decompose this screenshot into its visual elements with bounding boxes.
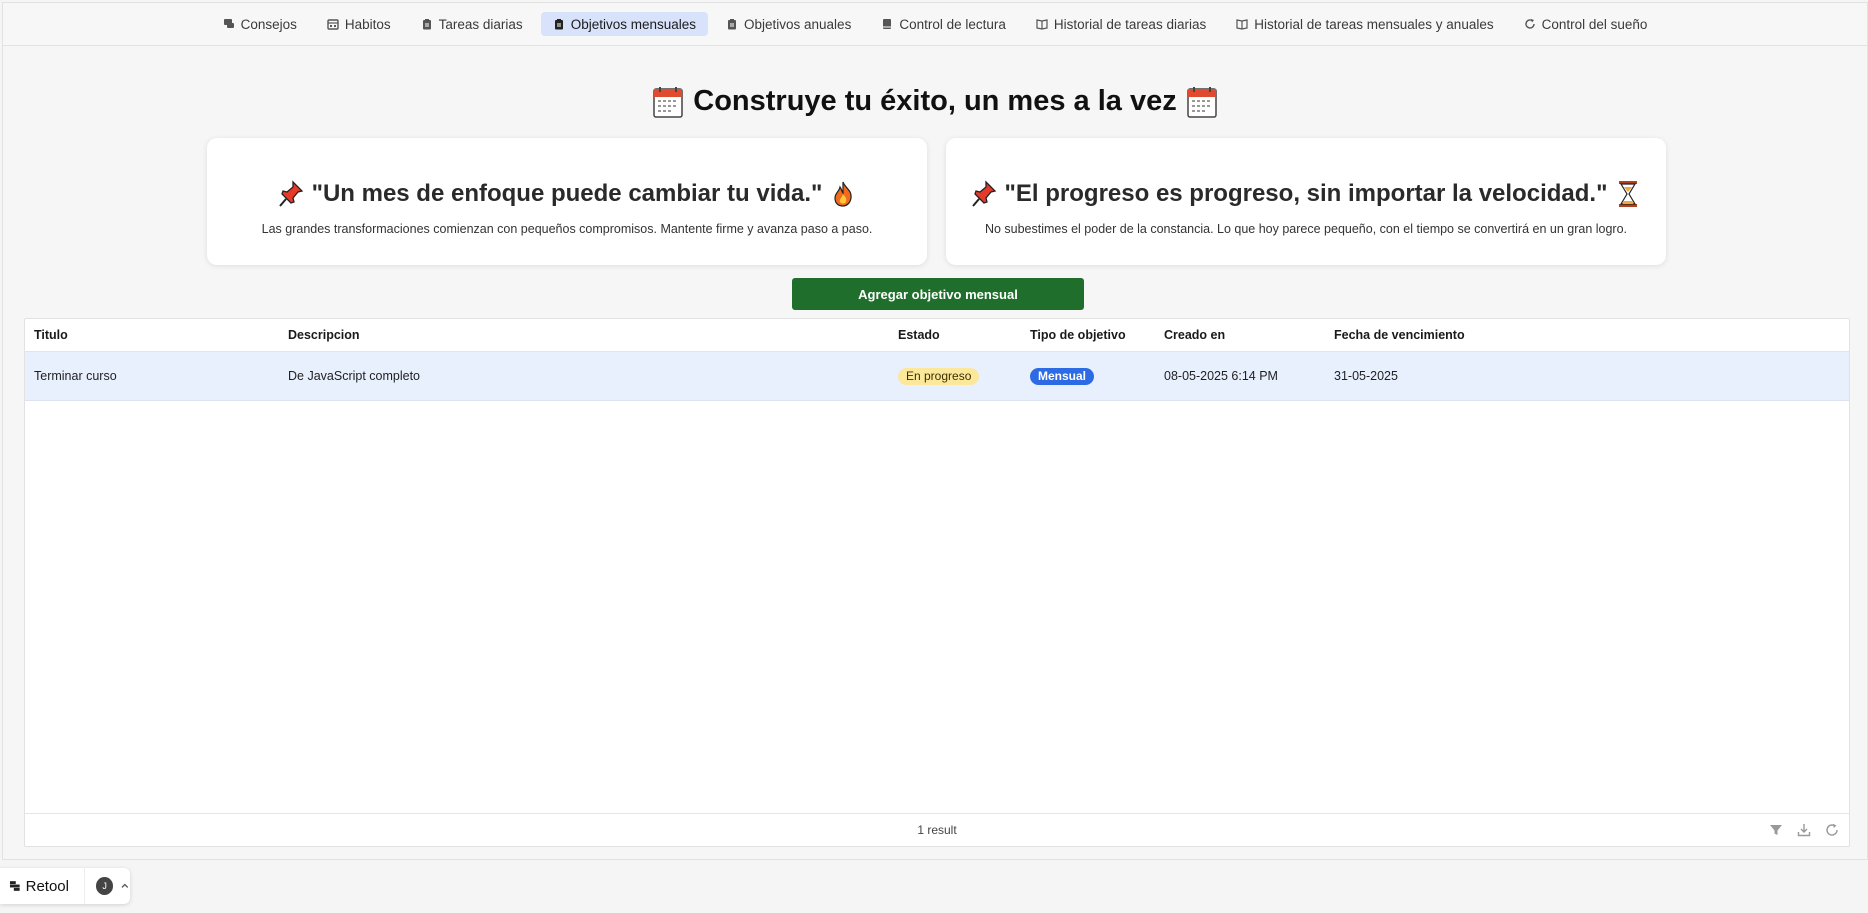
table-toolbar: [1769, 823, 1839, 837]
tab-tareas-diarias[interactable]: Tareas diarias: [409, 12, 535, 36]
quote-heading: "Un mes de enfoque puede cambiar tu vida…: [207, 180, 927, 208]
cell-vencimiento: 31-05-2025: [1334, 369, 1398, 383]
table-header: Titulo Descripcion Estado Tipo de objeti…: [25, 319, 1849, 352]
retool-badge[interactable]: Retool J: [0, 868, 130, 904]
add-monthly-goal-button[interactable]: Agregar objetivo mensual: [792, 278, 1084, 310]
cell-estado: En progreso: [898, 352, 980, 400]
calendar-icon: [653, 86, 683, 118]
column-header-creado[interactable]: Creado en: [1164, 319, 1225, 351]
cell-titulo: Terminar curso: [34, 369, 117, 383]
status-badge: En progreso: [898, 367, 980, 385]
pushpin-icon: [971, 180, 996, 207]
pushpin-icon: [278, 180, 303, 207]
goals-table: Titulo Descripcion Estado Tipo de objeti…: [24, 318, 1850, 847]
quote-card-monthly-focus: "Un mes de enfoque puede cambiar tu vida…: [207, 138, 927, 265]
fire-icon: [834, 181, 853, 207]
avatar[interactable]: J: [95, 877, 114, 895]
hourglass-icon: [1619, 181, 1638, 207]
open-book-icon: [1036, 18, 1048, 30]
column-header-vencimiento[interactable]: Fecha de vencimiento: [1334, 319, 1465, 351]
cell-tipo: Mensual: [1030, 352, 1095, 400]
calendar-icon: [1186, 86, 1217, 118]
filter-icon[interactable]: [1769, 823, 1783, 837]
download-icon[interactable]: [1797, 823, 1811, 837]
tab-label: Consejos: [240, 16, 297, 32]
tab-label: Control del sueño: [1541, 16, 1648, 32]
app-canvas: Consejos Habitos Tareas diarias Objetivo…: [2, 2, 1868, 860]
table-row[interactable]: Terminar curso De JavaScript completo En…: [25, 352, 1849, 401]
column-header-descripcion[interactable]: Descripcion: [288, 319, 360, 351]
column-header-tipo[interactable]: Tipo de objetivo: [1030, 319, 1126, 351]
quote-text: "El progreso es progreso, sin importar l…: [1004, 180, 1608, 207]
tab-label: Historial de tareas mensuales y anuales: [1254, 16, 1494, 32]
tab-label: Tareas diarias: [438, 16, 523, 32]
quote-description: Las grandes transformaciones comienzan c…: [261, 222, 873, 236]
quote-heading: "El progreso es progreso, sin importar l…: [946, 180, 1666, 208]
chevron-up-icon[interactable]: [120, 881, 130, 891]
page-title: Construye tu éxito, un mes a la vez: [3, 85, 1867, 118]
tab-label: Objetivos anuales: [744, 16, 852, 32]
book-icon: [881, 18, 893, 30]
cell-descripcion: De JavaScript completo: [288, 369, 421, 383]
calendar-grid-icon: [327, 18, 339, 30]
retool-logo-icon: [9, 881, 20, 891]
tab-label: Habitos: [344, 16, 391, 32]
quote-text: "Un mes de enfoque puede cambiar tu vida…: [311, 180, 823, 207]
clipboard-icon: [421, 18, 433, 30]
refresh-icon[interactable]: [1825, 823, 1839, 837]
column-header-estado[interactable]: Estado: [898, 319, 940, 351]
tab-control-del-sueno[interactable]: Control del sueño: [1512, 12, 1660, 36]
retool-brand: Retool: [25, 877, 69, 895]
type-badge: Mensual: [1030, 367, 1095, 385]
chat-tip-icon: [223, 18, 235, 30]
page-title-text: Construye tu éxito, un mes a la vez: [693, 85, 1177, 117]
tab-label: Objetivos mensuales: [570, 16, 696, 32]
cell-creado: 08-05-2025 6:14 PM: [1164, 369, 1278, 383]
tab-consejos[interactable]: Consejos: [211, 12, 309, 36]
open-book-icon: [1236, 18, 1248, 30]
tab-control-de-lectura[interactable]: Control de lectura: [869, 12, 1018, 36]
refresh-icon: [1524, 18, 1536, 30]
quote-card-progress: "El progreso es progreso, sin importar l…: [946, 138, 1666, 265]
clipboard-icon: [553, 18, 565, 30]
divider: [83, 868, 85, 904]
tab-objetivos-anuales[interactable]: Objetivos anuales: [714, 12, 863, 36]
top-navigation: Consejos Habitos Tareas diarias Objetivo…: [3, 3, 1867, 46]
tab-habitos[interactable]: Habitos: [315, 12, 403, 36]
tab-label: Historial de tareas diarias: [1053, 16, 1207, 32]
tab-historial-tareas-diarias[interactable]: Historial de tareas diarias: [1024, 12, 1218, 36]
tab-label: Control de lectura: [899, 16, 1006, 32]
column-header-titulo[interactable]: Titulo: [34, 319, 68, 351]
clipboard-icon: [726, 18, 738, 30]
tab-objetivos-mensuales[interactable]: Objetivos mensuales: [540, 12, 708, 36]
result-count: 1 result: [917, 823, 957, 837]
table-footer: 1 result: [25, 813, 1849, 846]
quote-description: No subestimes el poder de la constancia.…: [984, 222, 1628, 236]
tab-historial-tareas-mensuales-anuales[interactable]: Historial de tareas mensuales y anuales: [1224, 12, 1505, 36]
